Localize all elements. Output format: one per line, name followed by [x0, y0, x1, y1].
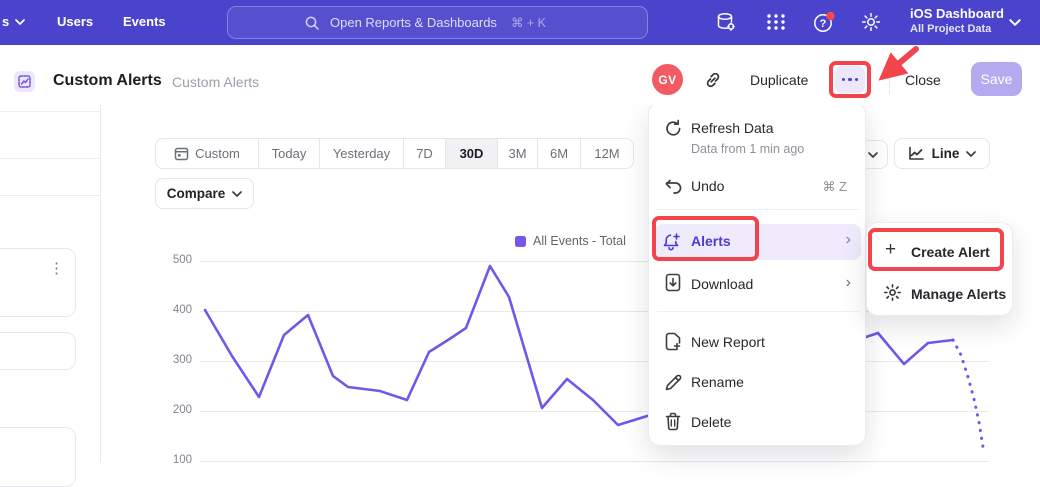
project-chevron-down-icon[interactable]: [1009, 19, 1021, 26]
card-kebab-menu-icon[interactable]: ⋮: [49, 259, 64, 277]
menu-item-label: Download: [691, 276, 753, 292]
chart-type-button[interactable]: Line: [894, 138, 990, 169]
calendar-icon: [174, 146, 189, 161]
submenu-item-manage-alerts[interactable]: Manage Alerts: [867, 275, 1014, 313]
trash-icon: [664, 412, 682, 432]
annotation-box-create-alert: [868, 228, 1004, 271]
compare-button[interactable]: Compare: [155, 178, 254, 209]
header-divider: [889, 64, 890, 94]
chart-forecast-dotted-line: [953, 340, 983, 447]
gear-icon: [883, 283, 902, 302]
nav-item-partial[interactable]: s: [2, 14, 25, 29]
menu-item-rename[interactable]: Rename: [649, 365, 867, 399]
compare-label: Compare: [167, 186, 226, 201]
undo-icon: [664, 178, 683, 195]
gridline: [200, 411, 989, 412]
sidebar-border: [100, 105, 101, 462]
legend-label: All Events - Total: [533, 234, 626, 248]
chevron-down-icon: [868, 152, 878, 158]
menu-item-undo[interactable]: Undo ⌘ Z: [649, 171, 867, 203]
menu-item-label: Undo: [691, 178, 724, 194]
sidebar-divider: [0, 195, 100, 196]
date-range-today[interactable]: Today: [259, 139, 320, 168]
menu-item-download[interactable]: Download ›: [649, 266, 867, 300]
chevron-down-icon: [966, 151, 976, 157]
submenu-item-label: Manage Alerts: [911, 286, 1006, 302]
date-range-control: Custom Today Yesterday 7D 30D 3M 6M 12M: [155, 138, 634, 169]
apps-grid-icon[interactable]: [765, 10, 787, 34]
y-tick-label: 200: [166, 404, 192, 416]
line-chart-icon: [908, 146, 925, 161]
notification-badge: [826, 12, 834, 20]
menu-item-label: Delete: [691, 414, 731, 430]
sidebar-divider: [0, 158, 100, 159]
avatar[interactable]: GV: [652, 64, 683, 95]
annotation-box-overflow-button: [829, 61, 871, 98]
report-header: Custom Alerts Custom Alerts GV Duplicate…: [0, 45, 1040, 105]
svg-text:?: ?: [820, 18, 827, 30]
date-range-7d[interactable]: 7D: [404, 139, 446, 168]
annotation-box-alerts-item: [652, 216, 759, 261]
copy-link-icon[interactable]: [703, 70, 723, 90]
search-shortcut: ⌘ + K: [511, 15, 546, 30]
date-range-custom[interactable]: Custom: [156, 139, 259, 168]
sidebar-card[interactable]: [0, 332, 76, 370]
nav-item-users[interactable]: Users: [57, 14, 93, 29]
chart-type-label: Line: [932, 146, 960, 161]
sidebar-card[interactable]: [0, 427, 76, 487]
menu-item-label: Rename: [691, 374, 744, 390]
new-report-icon: [664, 332, 682, 352]
settings-gear-icon[interactable]: [859, 10, 883, 34]
data-management-icon[interactable]: [714, 10, 738, 34]
avatar-initials: GV: [658, 73, 676, 87]
search-placeholder: Open Reports & Dashboards: [330, 15, 497, 30]
breadcrumb: Custom Alerts: [172, 74, 259, 90]
close-button[interactable]: Close: [905, 72, 941, 88]
save-button[interactable]: Save: [971, 62, 1022, 96]
project-switcher-scope: All Project Data: [910, 23, 991, 35]
menu-divider: [657, 311, 859, 312]
date-range-6m[interactable]: 6M: [538, 139, 581, 168]
pencil-icon: [664, 373, 683, 392]
date-range-3m[interactable]: 3M: [498, 139, 538, 168]
help-icon[interactable]: ?: [811, 10, 837, 36]
menu-item-shortcut: ⌘ Z: [822, 179, 847, 195]
y-tick-label: 400: [166, 304, 192, 316]
download-icon: [664, 273, 682, 293]
search-icon: [304, 15, 320, 31]
menu-item-label: Refresh Data: [691, 120, 773, 136]
page-title: Custom Alerts: [53, 72, 162, 90]
refresh-icon: [664, 119, 683, 138]
date-range-yesterday[interactable]: Yesterday: [320, 139, 404, 168]
y-tick-label: 500: [166, 254, 192, 266]
date-range-12m[interactable]: 12M: [581, 139, 633, 168]
top-navigation-bar: s Users Events Open Reports & Dashboards…: [0, 0, 1040, 45]
menu-item-label: New Report: [691, 334, 765, 350]
nav-item-events[interactable]: Events: [123, 14, 166, 29]
y-tick-label: 300: [166, 354, 192, 366]
sidebar-card[interactable]: [0, 248, 76, 317]
gridline: [200, 361, 989, 362]
search-input[interactable]: Open Reports & Dashboards ⌘ + K: [227, 6, 648, 39]
legend-swatch: [515, 236, 526, 247]
chevron-down-icon: [15, 19, 25, 25]
submenu-arrow-icon: ›: [846, 233, 851, 247]
menu-divider: [657, 209, 859, 210]
overflow-dropdown-menu: Refresh Data Data from 1 min ago Undo ⌘ …: [648, 102, 866, 446]
submenu-arrow-icon: ›: [846, 276, 851, 290]
menu-item-refresh-data[interactable]: Refresh Data Data from 1 min ago: [649, 113, 867, 161]
y-tick-label: 100: [166, 454, 192, 466]
date-range-label: Custom: [195, 146, 240, 161]
report-type-icon: [14, 71, 35, 92]
date-range-30d-selected[interactable]: 30D: [446, 139, 498, 168]
menu-item-new-report[interactable]: New Report: [649, 325, 867, 359]
sidebar-divider: [0, 111, 100, 112]
menu-item-delete[interactable]: Delete: [649, 405, 867, 439]
nav-partial-label: s: [2, 14, 9, 29]
menu-item-subtitle: Data from 1 min ago: [691, 142, 804, 156]
duplicate-button[interactable]: Duplicate: [750, 72, 808, 88]
project-switcher-name[interactable]: iOS Dashboard: [910, 6, 1004, 21]
chevron-down-icon: [232, 191, 242, 197]
